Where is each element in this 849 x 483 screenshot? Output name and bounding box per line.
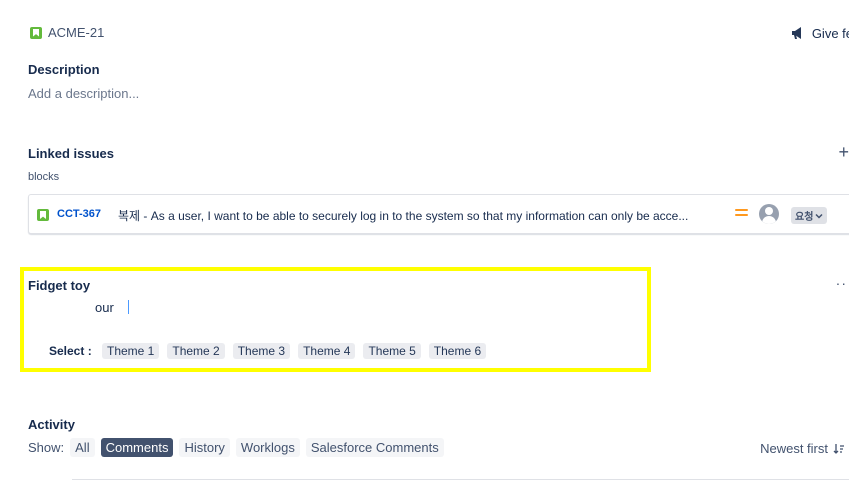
- activity-filter-bar: Show: All Comments History Worklogs Sale…: [28, 438, 444, 457]
- sort-order-label: Newest first: [760, 441, 828, 456]
- tab-worklogs[interactable]: Worklogs: [235, 438, 300, 457]
- fidget-toy-input[interactable]: our: [95, 300, 114, 315]
- sort-icon: [833, 443, 844, 454]
- activity-heading: Activity: [28, 417, 75, 432]
- give-feedback-label: Give fe: [811, 25, 849, 41]
- description-field[interactable]: Add a description...: [28, 86, 139, 101]
- issue-key-label: ACME-21: [48, 25, 105, 40]
- tab-salesforce-comments[interactable]: Salesforce Comments: [305, 438, 444, 457]
- linked-issue-key[interactable]: CCT-367: [57, 208, 101, 220]
- theme-2-button[interactable]: Theme 2: [167, 343, 225, 359]
- give-feedback-button[interactable]: Give fe: [790, 25, 849, 41]
- linked-issue-row[interactable]: CCT-367 복제 - As a user, I want to be abl…: [28, 194, 849, 234]
- text-cursor: [128, 300, 129, 314]
- theme-options: Theme 1 Theme 2 Theme 3 Theme 4 Theme 5 …: [102, 343, 487, 359]
- status-dropdown[interactable]: 요청: [791, 207, 828, 224]
- plus-icon[interactable]: +: [838, 142, 849, 163]
- linked-issues-heading: Linked issues: [28, 146, 114, 161]
- tab-all[interactable]: All: [70, 438, 95, 457]
- theme-1-button[interactable]: Theme 1: [102, 343, 160, 359]
- status-label: 요청: [795, 212, 814, 223]
- story-icon: [37, 209, 49, 221]
- megaphone-icon: [791, 27, 801, 39]
- select-label: Select :: [49, 344, 92, 358]
- theme-4-button[interactable]: Theme 4: [298, 343, 356, 359]
- theme-6-button[interactable]: Theme 6: [428, 343, 487, 359]
- story-icon: [30, 26, 42, 39]
- theme-3-button[interactable]: Theme 3: [232, 343, 291, 359]
- assignee-avatar[interactable]: [759, 204, 779, 224]
- tab-history[interactable]: History: [179, 438, 230, 457]
- show-label: Show:: [28, 440, 65, 455]
- more-icon[interactable]: ··: [836, 275, 847, 291]
- linked-issue-summary[interactable]: 복제 - As a user, I want to be able to sec…: [118, 207, 728, 224]
- priority-medium-icon: [735, 209, 748, 219]
- issue-key[interactable]: ACME-21: [30, 25, 104, 40]
- sort-order-button[interactable]: Newest first: [760, 441, 845, 456]
- description-heading: Description: [28, 62, 100, 77]
- tab-comments[interactable]: Comments: [100, 438, 174, 457]
- fidget-toy-heading: Fidget toy: [28, 278, 91, 293]
- comment-box-edge: [72, 479, 849, 480]
- chevron-down-icon: [815, 213, 823, 219]
- link-relation-label: blocks: [28, 171, 60, 183]
- theme-5-button[interactable]: Theme 5: [363, 343, 421, 359]
